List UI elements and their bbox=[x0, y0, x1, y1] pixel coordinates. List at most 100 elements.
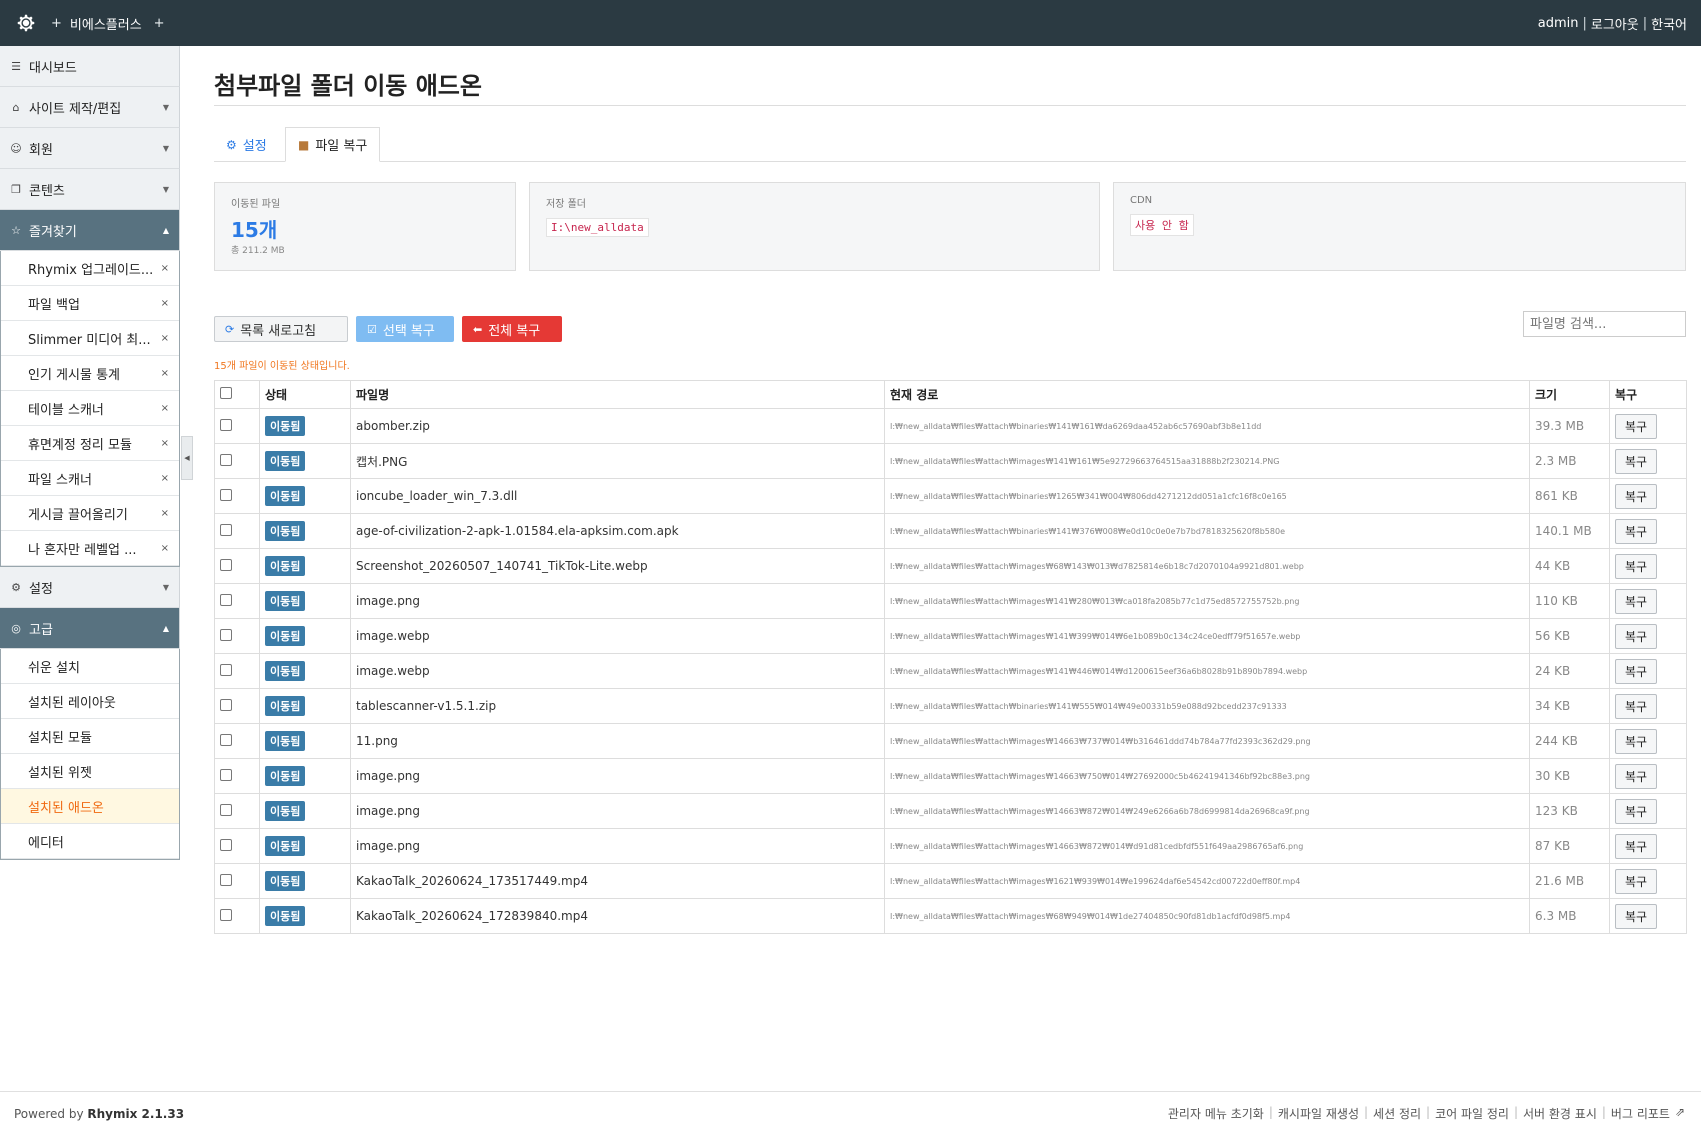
restore-button[interactable]: 복구 bbox=[1615, 868, 1658, 894]
row-checkbox[interactable] bbox=[220, 698, 232, 711]
row-checkbox[interactable] bbox=[220, 488, 232, 501]
restore-cell: 복구 bbox=[1609, 828, 1687, 864]
footer-link-reset-menu[interactable]: 관리자 메뉴 초기화 bbox=[1168, 1105, 1264, 1122]
moved-count: 15개 bbox=[231, 218, 278, 242]
restore-button[interactable]: 복구 bbox=[1615, 588, 1658, 614]
restore-button[interactable]: 복구 bbox=[1615, 413, 1658, 439]
favorite-item[interactable]: Rhymix 업그레이드... × bbox=[1, 251, 179, 286]
sidebar-collapse-icon[interactable]: ◀ bbox=[181, 436, 193, 480]
plus-icon[interactable]: + bbox=[51, 16, 62, 31]
restore-button[interactable]: 복구 bbox=[1615, 728, 1658, 754]
favorite-item[interactable]: 휴면계정 정리 모듈 × bbox=[1, 426, 179, 461]
sidebar-item-contents[interactable]: ❐ 콘텐츠 ▼ bbox=[0, 169, 180, 210]
remove-icon[interactable]: × bbox=[161, 543, 169, 554]
caret-down-icon: ▼ bbox=[162, 184, 169, 194]
restore-button[interactable]: 복구 bbox=[1615, 658, 1658, 684]
footer-link-server-env[interactable]: 서버 환경 표시 bbox=[1523, 1105, 1597, 1122]
advanced-item-selected[interactable]: 설치된 애드온 bbox=[1, 789, 179, 824]
advanced-item[interactable]: 설치된 모듈 bbox=[1, 719, 179, 754]
toolbar: ⟳ 목록 새로고침 ☑ 선택 복구 ⬅ 전체 복구 bbox=[214, 311, 1686, 342]
restore-button[interactable]: 복구 bbox=[1615, 763, 1658, 789]
sidebar-item-settings[interactable]: ⚙ 설정 ▼ bbox=[0, 567, 180, 608]
gear-icon[interactable] bbox=[13, 10, 39, 36]
tab-file-restore[interactable]: ■ 파일 복구 bbox=[285, 127, 381, 162]
tab-settings[interactable]: ⚙ 설정 bbox=[214, 127, 279, 162]
restore-button[interactable]: 복구 bbox=[1615, 623, 1658, 649]
sidebar-item-dashboard[interactable]: ☰ 대시보드 bbox=[0, 46, 180, 87]
column-header-status[interactable]: 상태 bbox=[259, 380, 351, 409]
remove-icon[interactable]: × bbox=[161, 438, 169, 449]
advanced-item[interactable]: 쉬운 설치 bbox=[1, 649, 179, 684]
restore-button[interactable]: 복구 bbox=[1615, 833, 1658, 859]
footer-link-clean-sessions[interactable]: 세션 정리 bbox=[1373, 1105, 1421, 1122]
favorite-item[interactable]: 인기 게시물 통계 × bbox=[1, 356, 179, 391]
restore-button[interactable]: 복구 bbox=[1615, 903, 1658, 929]
row-checkbox[interactable] bbox=[220, 733, 232, 746]
footer-link-bug-report[interactable]: 버그 리포트 bbox=[1611, 1105, 1670, 1122]
sidebar-item-members[interactable]: ☺ 회원 ▼ bbox=[0, 128, 180, 169]
sidebar-item-advanced[interactable]: ◎ 고급 ▲ bbox=[0, 608, 180, 649]
select-restore-button[interactable]: ☑ 선택 복구 bbox=[356, 316, 454, 342]
restore-button[interactable]: 복구 bbox=[1615, 448, 1658, 474]
footer-link-clean-core-files[interactable]: 코어 파일 정리 bbox=[1435, 1105, 1509, 1122]
favorite-item[interactable]: 테이블 스캐너 × bbox=[1, 391, 179, 426]
row-checkbox[interactable] bbox=[220, 873, 232, 886]
advanced-item[interactable]: 설치된 위젯 bbox=[1, 754, 179, 789]
row-select-cell bbox=[214, 548, 260, 584]
size-cell: 21.6 MB bbox=[1529, 863, 1610, 899]
favorite-item[interactable]: 파일 스캐너 × bbox=[1, 461, 179, 496]
remove-icon[interactable]: × bbox=[161, 473, 169, 484]
advanced-item[interactable]: 설치된 레이아웃 bbox=[1, 684, 179, 719]
remove-icon[interactable]: × bbox=[161, 368, 169, 379]
favorite-label: 휴면계정 정리 모듈 bbox=[28, 437, 132, 453]
favorite-item[interactable]: Slimmer 미디어 최... × bbox=[1, 321, 179, 356]
site-name-link[interactable]: 비에스플러스 bbox=[70, 14, 142, 33]
remove-icon[interactable]: × bbox=[161, 333, 169, 344]
restore-all-button[interactable]: ⬅ 전체 복구 bbox=[462, 316, 562, 342]
column-header-path[interactable]: 현재 경로 bbox=[884, 380, 1530, 409]
row-checkbox[interactable] bbox=[220, 663, 232, 676]
row-checkbox[interactable] bbox=[220, 628, 232, 641]
filename-search-input[interactable] bbox=[1523, 311, 1686, 337]
column-header-filename[interactable]: 파일명 bbox=[350, 380, 885, 409]
user-link[interactable]: admin bbox=[1538, 16, 1579, 31]
restore-button[interactable]: 복구 bbox=[1615, 553, 1658, 579]
row-checkbox[interactable] bbox=[220, 523, 232, 536]
favorite-item[interactable]: 게시글 끌어올리기 × bbox=[1, 496, 179, 531]
restore-button[interactable]: 복구 bbox=[1615, 693, 1658, 719]
size-cell: 140.1 MB bbox=[1529, 513, 1610, 549]
row-checkbox[interactable] bbox=[220, 593, 232, 606]
remove-icon[interactable]: × bbox=[161, 263, 169, 274]
status-cell: 이동됨 bbox=[259, 828, 351, 864]
plus-icon[interactable]: + bbox=[154, 16, 165, 31]
favorite-item[interactable]: 나 혼자만 레벨업 ... × bbox=[1, 531, 179, 566]
remove-icon[interactable]: × bbox=[161, 403, 169, 414]
row-checkbox[interactable] bbox=[220, 453, 232, 466]
row-checkbox[interactable] bbox=[220, 908, 232, 921]
language-link[interactable]: 한국어 bbox=[1651, 14, 1687, 33]
column-header-size[interactable]: 크기 bbox=[1529, 380, 1610, 409]
row-checkbox[interactable] bbox=[220, 418, 232, 431]
remove-icon[interactable]: × bbox=[161, 298, 169, 309]
row-checkbox[interactable] bbox=[220, 838, 232, 851]
favorite-label: 테이블 스캐너 bbox=[28, 402, 104, 418]
restore-button[interactable]: 복구 bbox=[1615, 518, 1658, 544]
gear-icon: ⚙ bbox=[11, 580, 21, 594]
remove-icon[interactable]: × bbox=[161, 508, 169, 519]
sidebar-item-favorites[interactable]: ☆ 즐겨찾기 ▲ bbox=[0, 210, 180, 251]
favorite-item[interactable]: 파일 백업 × bbox=[1, 286, 179, 321]
logout-link[interactable]: 로그아웃 bbox=[1591, 14, 1639, 33]
restore-button[interactable]: 복구 bbox=[1615, 798, 1658, 824]
footer-link-regenerate-cache[interactable]: 캐시파일 재생성 bbox=[1278, 1105, 1359, 1122]
row-checkbox[interactable] bbox=[220, 803, 232, 816]
sidebar-item-site[interactable]: ⌂ 사이트 제작/편집 ▼ bbox=[0, 87, 180, 128]
row-checkbox[interactable] bbox=[220, 768, 232, 781]
refresh-list-button[interactable]: ⟳ 목록 새로고침 bbox=[214, 316, 348, 342]
status-cell: 이동됨 bbox=[259, 443, 351, 479]
rhymix-version[interactable]: Rhymix 2.1.33 bbox=[87, 1107, 184, 1121]
advanced-item[interactable]: 에디터 bbox=[1, 824, 179, 859]
status-badge: 이동됨 bbox=[265, 416, 306, 436]
row-checkbox[interactable] bbox=[220, 558, 232, 571]
restore-button[interactable]: 복구 bbox=[1615, 483, 1658, 509]
select-all-checkbox[interactable] bbox=[220, 387, 232, 399]
